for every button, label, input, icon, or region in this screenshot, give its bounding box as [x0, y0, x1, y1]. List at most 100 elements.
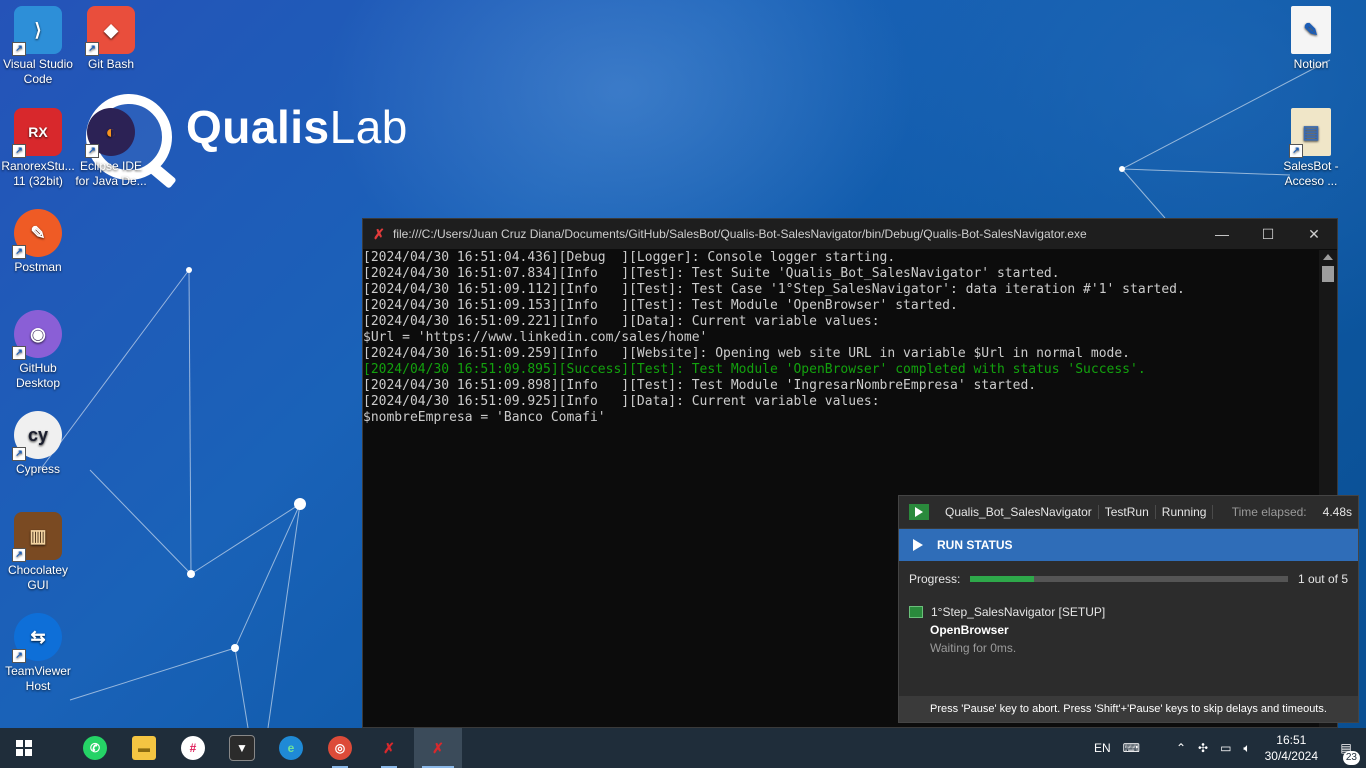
- desktop-icon-label: Postman: [14, 260, 62, 274]
- console-line: [2024/04/30 16:51:09.221][Info ][Data]: …: [363, 314, 880, 329]
- notification-center-button[interactable]: ▤ 23: [1326, 741, 1366, 765]
- console-line: [2024/04/30 16:51:09.112][Info ][Test]: …: [363, 282, 1185, 297]
- minimize-button[interactable]: —: [1199, 219, 1245, 249]
- show-hidden-icons-chevron-icon[interactable]: ⌃: [1170, 741, 1192, 755]
- test-suite-icon: [909, 504, 929, 520]
- desktop-icon-cypress[interactable]: cy ↗ Cypress: [1, 405, 75, 477]
- taskbar-terminal-app[interactable]: ▼: [218, 728, 266, 768]
- eclipse-icon: ◐ ↗: [85, 108, 135, 158]
- teamviewer-icon: ⇆ ↗: [12, 613, 62, 663]
- desktop-icon-label: RanorexStu... 11 (32bit): [1, 159, 75, 188]
- desktop-icon-label: Eclipse IDE for Java De...: [75, 159, 147, 188]
- desktop-icon-vscode[interactable]: ⟩ ↗ Visual Studio Code: [1, 0, 75, 87]
- console-line: [2024/04/30 16:51:09.898][Info ][Test]: …: [363, 378, 1037, 393]
- desktop-icon-label: Chocolatey GUI: [7, 563, 69, 592]
- ranorex-app-icon: ✗: [373, 226, 385, 242]
- keyboard-hint-footer: Press 'Pause' key to abort. Press 'Shift…: [899, 696, 1358, 722]
- current-test-item: 1°Step_SalesNavigator [SETUP] OpenBrowse…: [899, 597, 1358, 657]
- cypress-icon: cy ↗: [12, 411, 62, 461]
- battery-icon[interactable]: ▭: [1214, 741, 1237, 755]
- progress-label: Progress:: [909, 572, 961, 586]
- windows-logo-icon: [16, 740, 32, 756]
- taskbar-edge[interactable]: e: [267, 728, 315, 768]
- time-elapsed-value: 4.48s: [1322, 505, 1352, 519]
- ranorex-taskbar-icon: ✗: [383, 739, 395, 756]
- qualislab-logo-text: QualisLab: [186, 101, 408, 153]
- salesbot-shortcut-icon: ▤ ↗: [1289, 108, 1331, 158]
- test-case-icon: [909, 606, 923, 618]
- network-settings-icon[interactable]: ✣: [1192, 741, 1214, 755]
- current-module-name: OpenBrowser: [930, 623, 1009, 637]
- taskbar-whatsapp[interactable]: ✆: [71, 728, 119, 768]
- waiting-status: Waiting for 0ms.: [930, 641, 1017, 655]
- scroll-up-arrow-icon[interactable]: [1323, 254, 1333, 260]
- ranorex-active-taskbar-icon: ✗: [432, 739, 444, 756]
- run-status-bar[interactable]: RUN STATUS: [899, 529, 1358, 561]
- scroll-thumb[interactable]: [1322, 266, 1334, 282]
- console-line: $nombreEmpresa = 'Banco Comafi': [363, 410, 606, 425]
- notion-document-icon: ✎: [1291, 6, 1331, 54]
- console-title: file:///C:/Users/Juan Cruz Diana/Documen…: [393, 227, 1087, 241]
- desktop-icon-teamviewer[interactable]: ⇆ ↗ TeamViewer Host: [1, 607, 75, 694]
- desktop-icon-git-bash[interactable]: ◆ ↗ Git Bash: [74, 0, 148, 72]
- notification-count-badge: 23: [1342, 751, 1360, 765]
- ranorex-run-status-panel: Qualis_Bot_SalesNavigator TestRun Runnin…: [898, 495, 1359, 723]
- desktop-icon-eclipse[interactable]: ◐ ↗ Eclipse IDE for Java De...: [74, 102, 148, 189]
- desktop-icon-label: Git Bash: [87, 57, 135, 71]
- console-line: [2024/04/30 16:51:09.259][Info ][Website…: [363, 346, 1131, 361]
- system-tray: EN ⌨ ⌃ ✣ ▭ 🔈︎ 16:51 30/4/2024 ▤ 23: [1088, 728, 1366, 768]
- console-line: [2024/04/30 16:51:09.153][Info ][Test]: …: [363, 298, 958, 313]
- desktop-icon-ranorex-studio[interactable]: RX ↗ RanorexStu... 11 (32bit): [1, 102, 75, 189]
- taskbar-ranorex-active[interactable]: ✗: [414, 728, 462, 768]
- suite-name: Qualis_Bot_SalesNavigator: [939, 505, 1099, 519]
- console-line: [2024/04/30 16:51:07.834][Info ][Test]: …: [363, 266, 1060, 281]
- language-indicator[interactable]: EN: [1088, 741, 1117, 755]
- run-status-label: RUN STATUS: [937, 538, 1013, 552]
- time-elapsed-label: Time elapsed:: [1231, 505, 1307, 519]
- desktop-icon-label: Visual Studio Code: [3, 57, 73, 86]
- slack-icon: #: [181, 736, 205, 760]
- clock-time: 16:51: [1276, 733, 1307, 747]
- taskbar: ✆ ▬ # ▼ e ◎ ✗ ✗ EN ⌨ ⌃ ✣ ▭ 🔈︎ 16:51 30/4…: [0, 728, 1366, 768]
- desktop-icon-notion[interactable]: ✎ Notion: [1274, 0, 1348, 72]
- console-line: $Url = 'https://www.linkedin.com/sales/h…: [363, 330, 708, 345]
- taskbar-ranorex[interactable]: ✗: [365, 728, 413, 768]
- run-state: Running: [1156, 505, 1214, 519]
- progress-track: [970, 576, 1288, 582]
- chocolatey-icon: ▥ ↗: [12, 512, 62, 562]
- desktop-icon-label: Cypress: [15, 462, 60, 476]
- desktop-icon-label: SalesBot - Acceso ...: [1283, 159, 1339, 188]
- keyboard-icon[interactable]: ⌨: [1117, 741, 1146, 755]
- whatsapp-icon: ✆: [83, 736, 107, 760]
- start-button[interactable]: [0, 728, 48, 768]
- desktop-icon-salesbot[interactable]: ▤ ↗ SalesBot - Acceso ...: [1274, 102, 1348, 189]
- maximize-button[interactable]: ☐: [1245, 219, 1291, 249]
- desktop-icon-github-desktop[interactable]: ◉ ↗ GitHub Desktop: [1, 304, 75, 391]
- play-icon: [913, 539, 923, 551]
- postman-icon: ✎ ↗: [12, 209, 62, 259]
- desktop-icon-label: TeamViewer Host: [5, 664, 71, 693]
- progress-row: Progress: 1 out of 5: [899, 561, 1358, 597]
- taskbar-file-explorer[interactable]: ▬: [120, 728, 168, 768]
- desktop-icon-label: GitHub Desktop: [15, 361, 61, 390]
- volume-icon[interactable]: 🔈︎: [1237, 741, 1256, 756]
- desktop-icon-postman[interactable]: ✎ ↗ Postman: [1, 203, 75, 275]
- vscode-icon: ⟩ ↗: [12, 6, 62, 56]
- console-titlebar[interactable]: ✗ file:///C:/Users/Juan Cruz Diana/Docum…: [363, 219, 1337, 249]
- edge-icon: e: [279, 736, 303, 760]
- test-case-name: 1°Step_SalesNavigator [SETUP]: [931, 605, 1106, 619]
- ranorex-studio-icon: RX ↗: [12, 108, 62, 158]
- desktop-icon-chocolatey[interactable]: ▥ ↗ Chocolatey GUI: [1, 506, 75, 593]
- github-desktop-icon: ◉ ↗: [12, 310, 62, 360]
- terminal-app-icon: ▼: [229, 735, 255, 761]
- progress-fill: [970, 576, 1034, 582]
- progress-count: 1 out of 5: [1297, 572, 1348, 586]
- file-explorer-icon: ▬: [132, 736, 156, 760]
- console-line: [2024/04/30 16:51:09.925][Info ][Data]: …: [363, 394, 880, 409]
- taskbar-chrome[interactable]: ◎: [316, 728, 364, 768]
- run-config-name: TestRun: [1099, 505, 1156, 519]
- taskbar-slack[interactable]: #: [169, 728, 217, 768]
- clock-date: 30/4/2024: [1264, 749, 1318, 763]
- close-button[interactable]: ✕: [1291, 219, 1337, 249]
- clock[interactable]: 16:51 30/4/2024: [1257, 732, 1326, 764]
